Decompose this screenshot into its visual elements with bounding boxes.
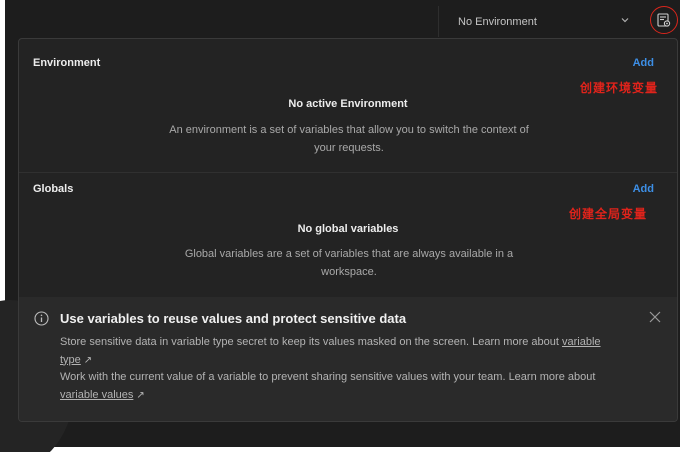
environment-empty-description: An environment is a set of variables tha… bbox=[169, 124, 529, 154]
environment-section-title: Environment bbox=[33, 57, 101, 69]
environment-quick-look-button[interactable] bbox=[650, 6, 678, 34]
environment-section: Environment Add 创建环境变量 No active Environ… bbox=[19, 39, 677, 173]
add-global-button[interactable]: Add bbox=[633, 183, 654, 195]
info-banner-line-2: Work with the current value of a variabl… bbox=[60, 371, 596, 383]
environment-annotation: 创建环境变量 bbox=[580, 81, 659, 95]
globals-section: Globals Add 创建全局变量 No global variables G… bbox=[19, 173, 677, 297]
globals-empty-title: No global variables bbox=[297, 223, 399, 235]
variable-values-link[interactable]: variable values bbox=[60, 389, 133, 401]
environment-selector[interactable]: No Environment bbox=[438, 6, 646, 37]
external-link-icon: ↗ bbox=[83, 354, 93, 366]
info-banner-title: Use variables to reuse values and protec… bbox=[60, 311, 407, 326]
info-banner-line-1: Store sensitive data in variable type se… bbox=[60, 336, 559, 348]
environment-empty-title: No active Environment bbox=[288, 98, 408, 110]
info-banner-paragraph-2: Work with the current value of a variabl… bbox=[60, 369, 620, 404]
add-environment-button[interactable]: Add bbox=[633, 57, 654, 69]
info-banner: Use variables to reuse values and protec… bbox=[19, 297, 677, 421]
info-icon bbox=[34, 311, 49, 326]
globals-annotation: 创建全局变量 bbox=[569, 207, 648, 221]
environment-quick-look-icon bbox=[657, 12, 671, 27]
close-icon[interactable] bbox=[649, 311, 661, 323]
environment-selector-label: No Environment bbox=[458, 15, 537, 28]
external-link-icon: ↗ bbox=[136, 389, 145, 401]
environment-quick-look-popover: Environment Add 创建环境变量 No active Environ… bbox=[18, 38, 678, 422]
chevron-down-icon bbox=[621, 18, 629, 23]
info-banner-body: Store sensitive data in variable type se… bbox=[60, 334, 620, 404]
info-banner-paragraph-1: Store sensitive data in variable type se… bbox=[60, 334, 620, 369]
globals-section-title: Globals bbox=[33, 183, 74, 195]
globals-empty-description: Global variables are a set of variables … bbox=[184, 248, 514, 278]
